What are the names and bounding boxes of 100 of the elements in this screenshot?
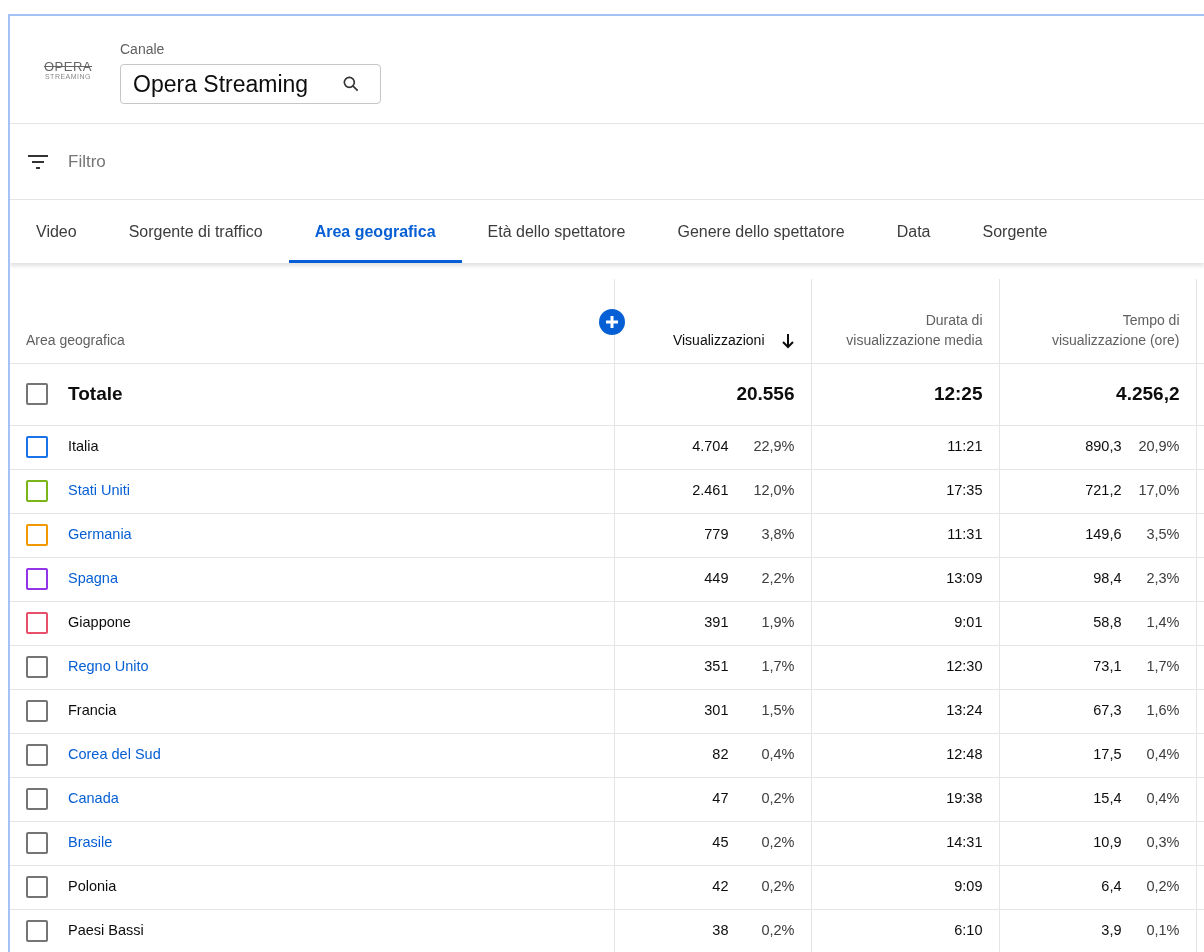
table-cell-text: 1,6%	[1145, 701, 1180, 721]
table-cell-text: 17,0%	[1137, 481, 1180, 501]
checkbox[interactable]	[26, 436, 48, 459]
table-cell: 14:31	[946, 834, 983, 851]
table-cell: 19:38	[946, 790, 983, 807]
table-cell-text: 0,2%	[760, 833, 795, 853]
checkbox[interactable]	[26, 568, 48, 591]
table-cell: 13:09	[946, 570, 983, 587]
country-link[interactable]: Germania	[68, 526, 132, 543]
table-cell: 3,9	[1101, 922, 1122, 939]
tab[interactable]: Data	[870, 200, 957, 263]
table-cell: 9:01	[954, 614, 983, 631]
table-cell: 98,4	[1093, 570, 1122, 587]
table-cell: 149,6	[1085, 526, 1122, 543]
tab[interactable]: Sorgente di traffico	[102, 200, 289, 263]
table-cell: 351	[704, 658, 729, 675]
table-cell: 12:25	[933, 382, 983, 404]
table-cell-text: 0,2%	[1145, 877, 1180, 897]
table-cell: 73,1	[1093, 658, 1122, 675]
checkbox[interactable]	[26, 524, 48, 547]
table-cell-text: 0,4%	[1145, 789, 1180, 809]
table-cell-text: 0,2%	[760, 789, 795, 809]
table-cell: 15,4	[1093, 790, 1122, 807]
country-name: Italia	[68, 438, 99, 455]
search-icon	[341, 74, 361, 94]
channel-label: Canale	[120, 40, 166, 59]
table-cell: 10,9	[1093, 834, 1122, 851]
column-header[interactable]: Visualizzazioni	[672, 330, 765, 351]
checkbox[interactable]	[26, 744, 48, 767]
tab[interactable]: Area geografica	[288, 200, 462, 263]
table-cell: 45	[712, 834, 729, 851]
table-cell: 301	[704, 702, 729, 719]
table-cell: 11:31	[947, 526, 983, 543]
channel-search-field[interactable]: Opera Streaming	[120, 64, 381, 104]
table-cell: 17:35	[946, 482, 983, 499]
table-cell-text: 1,4%	[1145, 613, 1180, 633]
table-cell: 11:21	[947, 438, 983, 455]
country-name: Polonia	[68, 878, 117, 895]
column-header[interactable]: Tempo di visualizzazione (ore)	[1039, 311, 1180, 351]
table-cell-text: 1,5%	[760, 701, 795, 721]
table-cell: 82	[712, 746, 729, 763]
table-cell-text: 0,2%	[760, 877, 795, 897]
table-cell: 38	[712, 922, 729, 939]
tab[interactable]: Genere dello spettatore	[651, 200, 871, 263]
table-cell: 4.704	[692, 438, 729, 455]
table-cell: 12:30	[946, 658, 983, 675]
tab[interactable]: Sorgente	[956, 200, 1074, 263]
table-cell-text: 0,4%	[760, 745, 795, 765]
checkbox[interactable]	[26, 480, 48, 503]
table-cell: 58,8	[1093, 614, 1122, 631]
tab[interactable]: Video	[10, 200, 103, 263]
table-cell: 721,2	[1085, 482, 1122, 499]
checkbox[interactable]	[26, 656, 48, 679]
table-cell-text: 0,3%	[1145, 833, 1180, 853]
table-cell-text: 2,2%	[760, 569, 795, 589]
country-link[interactable]: Stati Uniti	[68, 482, 131, 499]
table-cell: 6,4	[1101, 878, 1122, 895]
checkbox[interactable]	[26, 700, 48, 723]
add-column-icon[interactable]	[598, 309, 625, 335]
table-cell-text: 20,9%	[1137, 437, 1180, 457]
table-cell: 6:10	[954, 922, 983, 939]
checkbox[interactable]	[26, 832, 48, 855]
checkbox[interactable]	[26, 383, 48, 406]
country-link[interactable]: Spagna	[68, 570, 118, 587]
checkbox[interactable]	[26, 876, 48, 899]
table-cell-text: 3,8%	[760, 525, 795, 545]
country-link[interactable]: Canada	[68, 790, 119, 807]
table-cell-text: 1,7%	[760, 657, 795, 677]
checkbox[interactable]	[26, 612, 48, 635]
column-header[interactable]: Area geografica	[26, 330, 125, 351]
country-link[interactable]: Brasile	[68, 834, 113, 851]
table-cell: 20.556	[736, 382, 795, 404]
table-cell-text: 2,3%	[1145, 569, 1180, 589]
table-cell-text: 1,7%	[1145, 657, 1180, 677]
column-header[interactable]: Durata di visualizzazione media	[842, 311, 983, 351]
table-cell-text: 1,9%	[760, 613, 795, 633]
table-cell-text: 12,0%	[752, 481, 795, 501]
table-cell: 12:48	[946, 746, 983, 763]
checkbox[interactable]	[26, 788, 48, 811]
table-cell: 2.461	[692, 482, 729, 499]
table-cell: 449	[704, 570, 729, 587]
sort-arrow-icon[interactable]	[780, 333, 795, 350]
country-name: Paesi Bassi	[68, 922, 144, 939]
filter-icon[interactable]	[26, 152, 50, 171]
checkbox[interactable]	[26, 920, 48, 943]
country-name: Francia	[68, 702, 117, 719]
table-cell-text: 0,4%	[1145, 745, 1180, 765]
table-cell: 779	[704, 526, 729, 543]
table-cell: 9:09	[954, 878, 983, 895]
tab[interactable]: Età dello spettatore	[461, 200, 652, 263]
table-cell: 4.256,2	[1116, 382, 1180, 404]
total-label: Totale	[68, 383, 123, 405]
table-cell: 13:24	[946, 702, 983, 719]
table-cell-text: 0,1%	[1145, 921, 1180, 941]
country-link[interactable]: Corea del Sud	[68, 746, 161, 763]
table-cell-text: 3,5%	[1145, 525, 1180, 545]
country-link[interactable]: Regno Unito	[68, 658, 149, 675]
table-cell: 47	[712, 790, 729, 807]
table-cell-text: 0,2%	[760, 921, 795, 941]
table-cell: 42	[712, 878, 729, 895]
